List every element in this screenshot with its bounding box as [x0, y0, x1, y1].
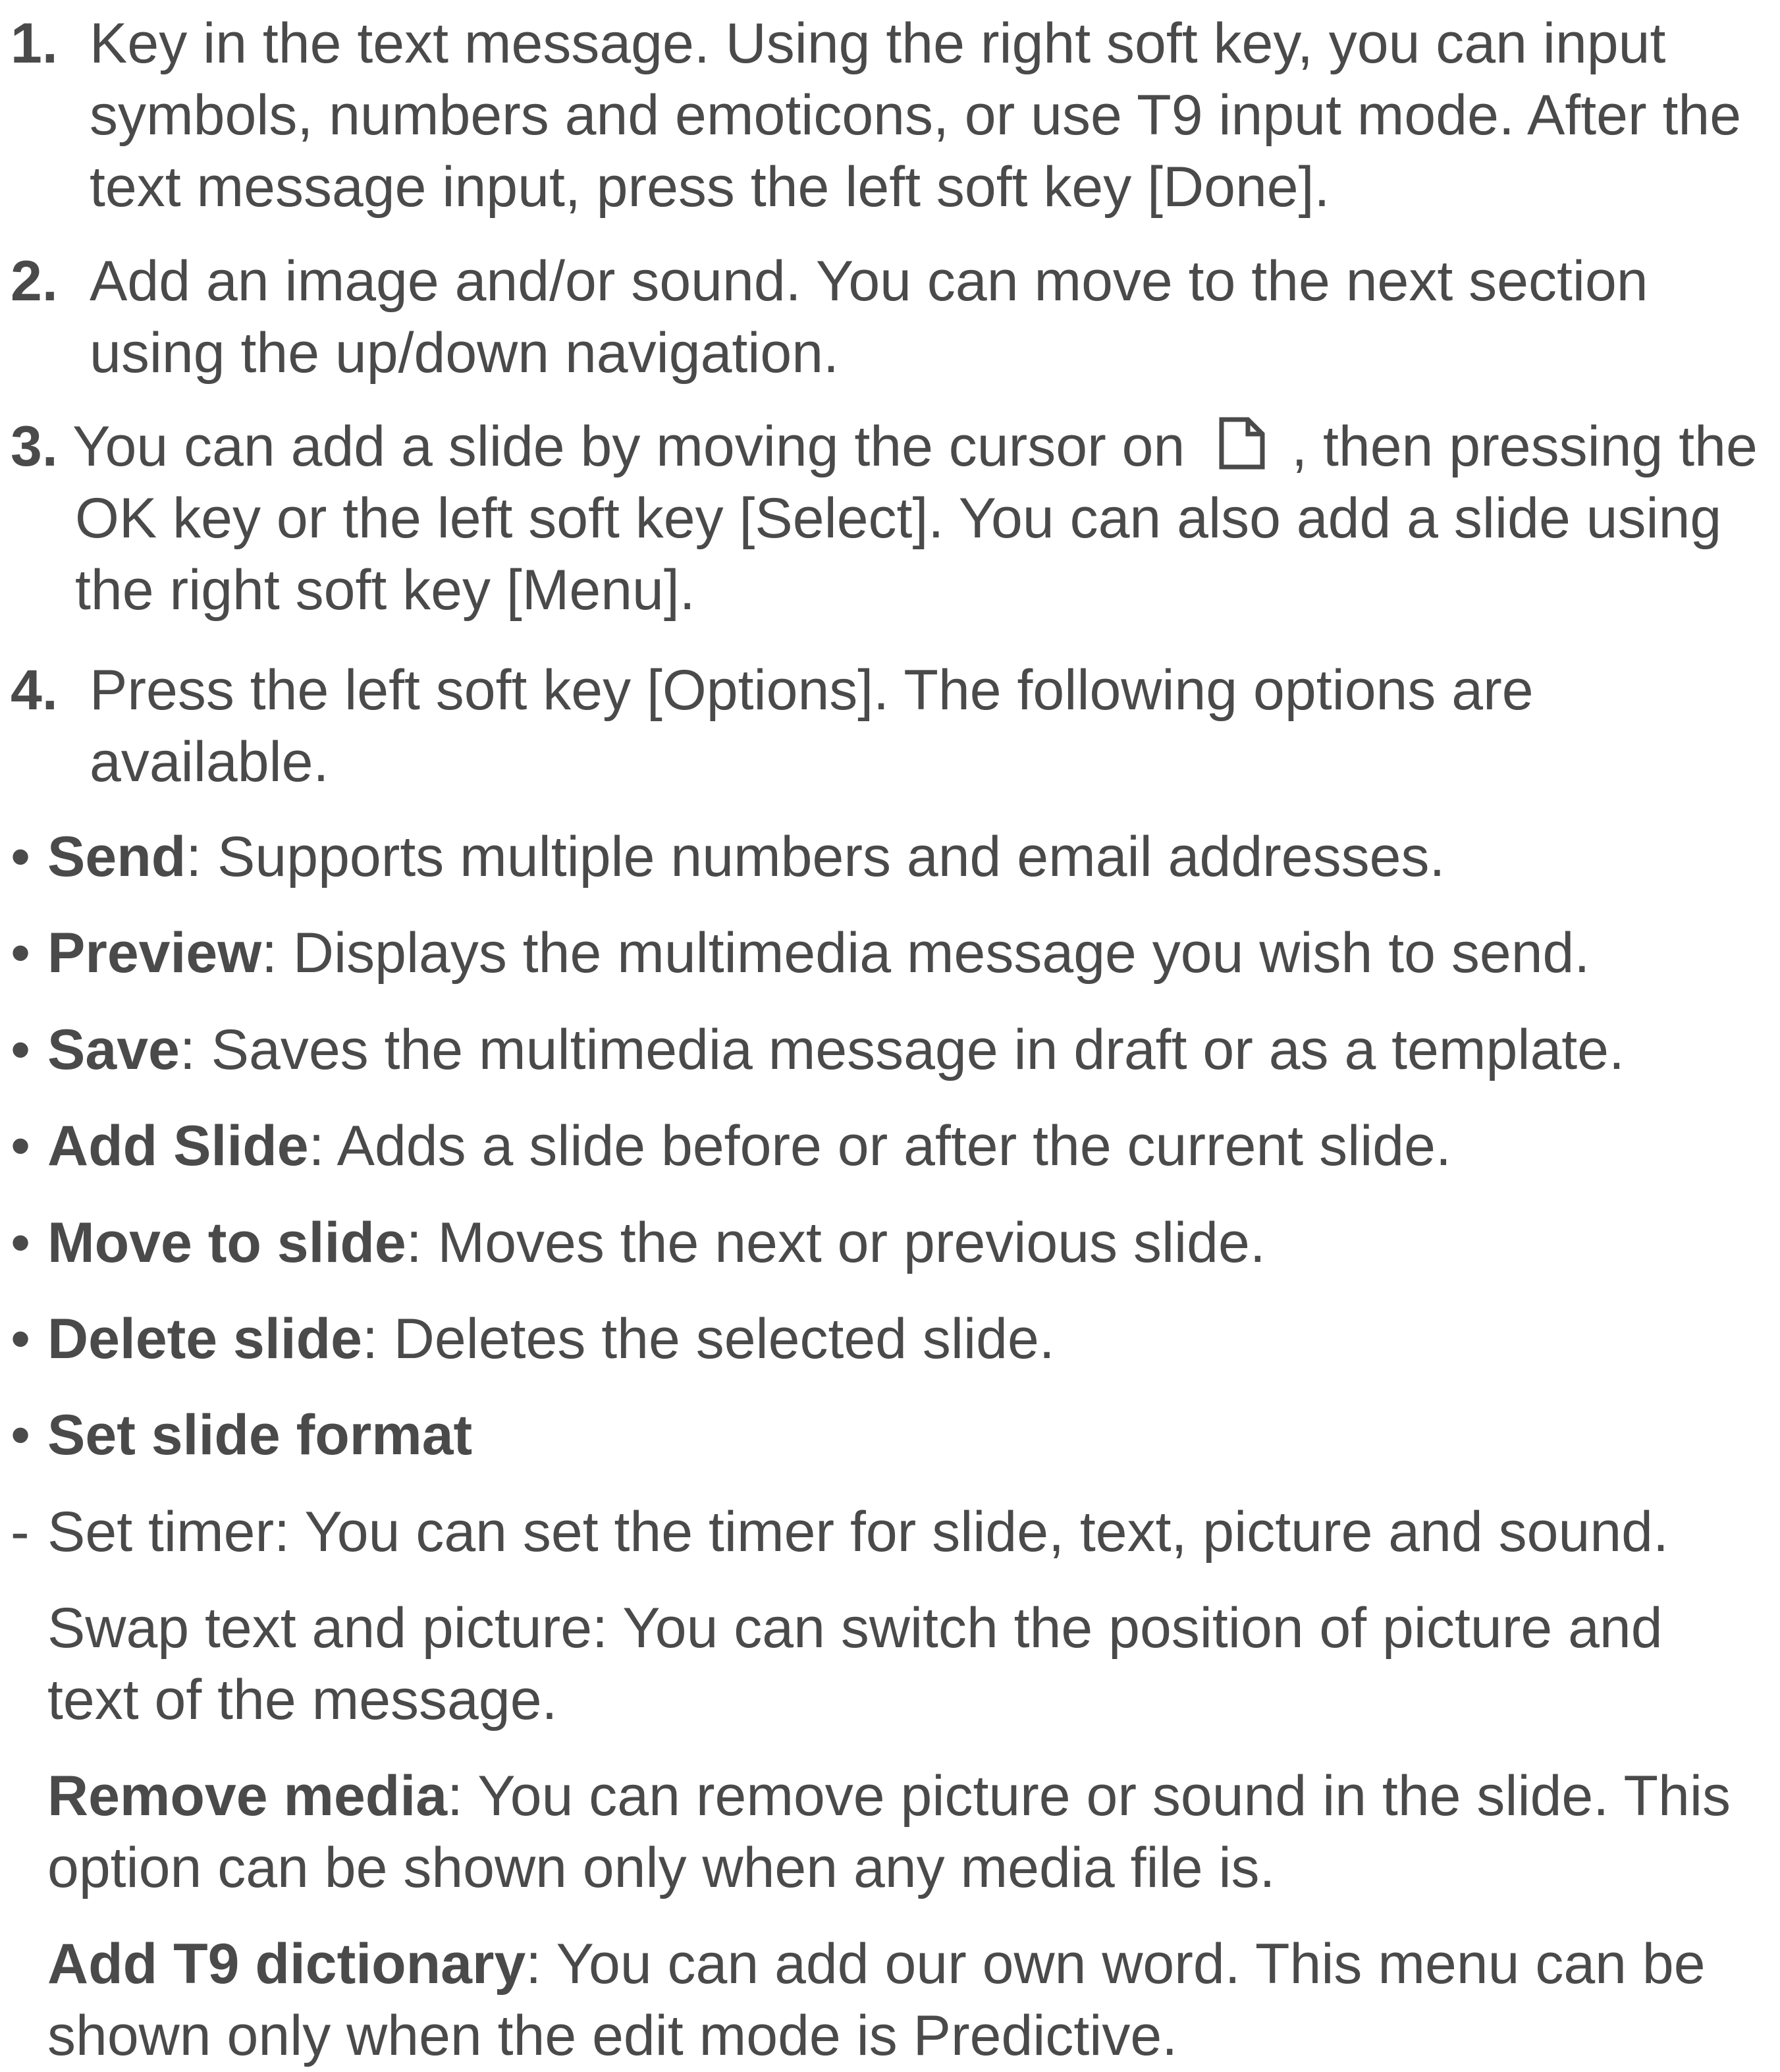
suboption-set-timer: - Set timer: You can set the timer for sl…: [11, 1496, 1769, 1568]
option-description: : Adds a slide before or after the curre…: [308, 1114, 1451, 1178]
option-description: : Deletes the selected slide.: [362, 1307, 1055, 1371]
step-2: 2. Add an image and/or sound. You can mo…: [11, 246, 1769, 389]
suboption-description: Swap text and picture: You can switch th…: [47, 1596, 1663, 1731]
step-text: Press the left soft key [Options]. The f…: [90, 659, 1534, 794]
option-term: Move to slide: [47, 1211, 406, 1274]
option-term: Remove media: [47, 1764, 448, 1828]
option-set-slide-format: • Set slide format: [11, 1400, 1769, 1471]
suboption-description: Set timer: You can set the timer for sli…: [47, 1500, 1669, 1564]
option-description: : Saves the multimedia message in draft …: [179, 1018, 1625, 1081]
dash-marker: -: [11, 1593, 47, 1664]
step-4: 4. Press the left soft key [Options]. Th…: [11, 655, 1769, 798]
option-save: • Save: Saves the multimedia message in d…: [11, 1014, 1769, 1086]
step-text: Add an image and/or sound. You can move …: [90, 250, 1648, 385]
bullet-marker: •: [11, 1114, 31, 1178]
suboption-swap-text-picture: -Swap text and picture: You can switch t…: [11, 1593, 1769, 1736]
bullet-marker: •: [11, 1760, 47, 1832]
option-term: Preview: [47, 921, 262, 985]
step-number: 2.: [11, 250, 58, 313]
step-number: 3.: [11, 415, 58, 478]
bullet-marker: •: [11, 1211, 31, 1274]
bullet-marker: •: [11, 825, 31, 888]
bullet-marker: •: [11, 1404, 31, 1467]
option-term: Add Slide: [47, 1114, 309, 1178]
step-number: 4.: [11, 659, 58, 722]
option-term: Save: [47, 1018, 180, 1081]
dash-marker: -: [11, 1500, 30, 1564]
step-3: 3. You can add a slide by moving the cur…: [11, 411, 1769, 626]
option-term: Send: [47, 825, 186, 888]
option-term: Add T9 dictionary: [47, 1932, 526, 1996]
option-preview: • Preview: Displays the multimedia messag…: [11, 917, 1769, 989]
option-send: • Send: Supports multiple numbers and ema…: [11, 821, 1769, 893]
manual-page: 1. Key in the text message. Using the ri…: [0, 0, 1780, 2067]
option-delete-slide: • Delete slide: Deletes the selected slid…: [11, 1303, 1769, 1375]
bullet-marker: •: [11, 921, 31, 985]
step-text-before-icon: You can add a slide by moving the cursor…: [72, 415, 1185, 478]
step-number: 1.: [11, 12, 58, 75]
step-text: Key in the text message. Using the right…: [90, 12, 1742, 219]
option-description: : Moves the next or previous slide.: [406, 1211, 1266, 1274]
option-remove-media: •Remove media: You can remove picture or…: [11, 1760, 1769, 1904]
option-add-t9-dictionary: •Add T9 dictionary: You can add our own …: [11, 1928, 1769, 2072]
bullet-marker: •: [11, 1928, 47, 2000]
option-term: Set slide format: [47, 1404, 473, 1467]
bullet-marker: •: [11, 1307, 31, 1371]
bullet-marker: •: [11, 1018, 31, 1081]
option-description: : Supports multiple numbers and email ad…: [186, 825, 1445, 888]
option-move-to-slide: • Move to slide: Moves the next or previo…: [11, 1207, 1769, 1279]
option-term: Delete slide: [47, 1307, 362, 1371]
new-slide-icon: [1216, 417, 1268, 470]
option-description: : Displays the multimedia message you wi…: [261, 921, 1590, 985]
step-1: 1. Key in the text message. Using the ri…: [11, 8, 1769, 223]
option-add-slide: • Add Slide: Adds a slide before or after…: [11, 1110, 1769, 1182]
